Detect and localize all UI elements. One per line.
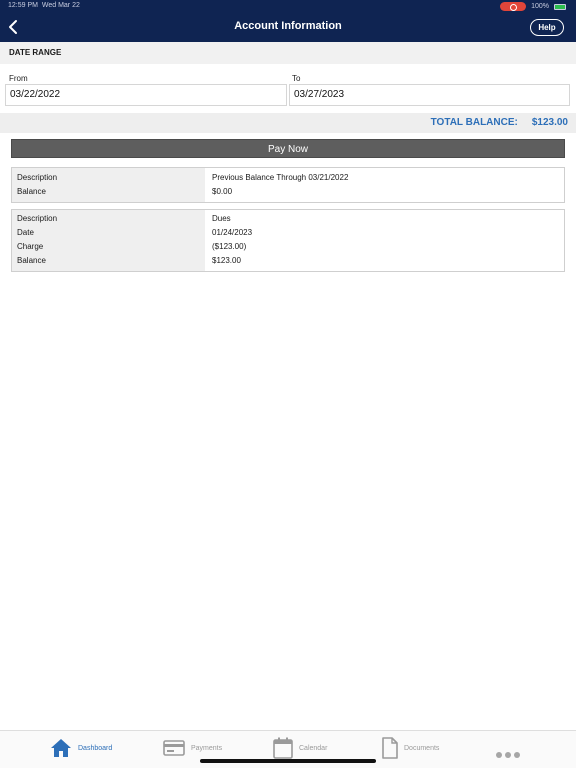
status-indicators: 100% [500, 2, 566, 11]
calendar-icon [273, 737, 293, 759]
more-dots-icon[interactable] [496, 752, 520, 758]
total-balance: TOTAL BALANCE: $123.00 [431, 117, 568, 128]
to-date-field[interactable]: 03/27/2023 [289, 84, 570, 106]
home-icon [51, 739, 71, 757]
tab-dashboard[interactable]: Dashboard [50, 735, 112, 761]
date-range-section: DATE RANGE [0, 42, 576, 64]
row-label: Date [17, 228, 34, 237]
transaction-card: Description Previous Balance Through 03/… [11, 167, 565, 203]
tab-calendar[interactable]: Calendar [273, 735, 327, 761]
row-label: Description [17, 214, 58, 223]
dot [514, 752, 520, 758]
transaction-card: Description Dues Date 01/24/2023 Charge … [11, 209, 565, 272]
card-row: Description Dues [12, 212, 564, 226]
tab-label: Calendar [299, 744, 328, 752]
from-date-field[interactable]: 03/22/2022 [5, 84, 287, 106]
row-value: $123.00 [212, 256, 241, 265]
row-value: $0.00 [212, 187, 233, 196]
total-balance-value: $123.00 [531, 117, 568, 128]
row-label: Description [17, 173, 58, 182]
pay-now-button[interactable]: Pay Now [11, 139, 565, 158]
app-screen: 12:59 PM Wed Mar 22 100% Account Informa… [0, 0, 576, 768]
status-time: 12:59 PM [8, 2, 38, 9]
dot [505, 752, 511, 758]
row-value: Previous Balance Through 03/21/2022 [212, 173, 349, 182]
date-range-heading: DATE RANGE [9, 48, 62, 57]
total-balance-label: TOTAL BALANCE: [430, 117, 518, 128]
tab-label: Documents [404, 744, 440, 752]
from-label: From [9, 74, 28, 83]
row-label: Charge [17, 242, 44, 251]
help-button[interactable]: Help [530, 19, 564, 36]
card-row: Balance $0.00 [12, 185, 564, 199]
home-indicator [200, 759, 376, 763]
card-row: Date 01/24/2023 [12, 226, 564, 240]
row-value: ($123.00) [212, 242, 247, 251]
tab-payments[interactable]: Payments [163, 735, 222, 761]
to-label: To [292, 74, 301, 83]
battery-percent: 100% [531, 3, 549, 10]
card-row: Description Previous Balance Through 03/… [12, 171, 564, 185]
status-date: Wed Mar 22 [41, 2, 80, 9]
page-title: Account Information [234, 20, 342, 32]
row-value: Dues [212, 214, 231, 223]
nav-header: 12:59 PM Wed Mar 22 100% Account Informa… [0, 0, 576, 42]
status-time-date: 12:59 PM Wed Mar 22 [8, 2, 80, 9]
credit-card-icon [163, 740, 185, 756]
document-icon [382, 737, 398, 759]
total-balance-bar: TOTAL BALANCE: $123.00 [0, 113, 576, 133]
tab-label: Payments [191, 744, 223, 752]
card-row: Charge ($123.00) [12, 240, 564, 254]
tab-label: Dashboard [78, 744, 113, 752]
tab-documents[interactable]: Documents [382, 735, 439, 761]
row-value: 01/24/2023 [212, 228, 253, 237]
row-label: Balance [17, 187, 46, 196]
row-label: Balance [17, 256, 46, 265]
battery-icon [554, 3, 566, 10]
card-row: Balance $123.00 [12, 254, 564, 268]
recording-icon [500, 2, 527, 11]
dot [496, 752, 502, 758]
